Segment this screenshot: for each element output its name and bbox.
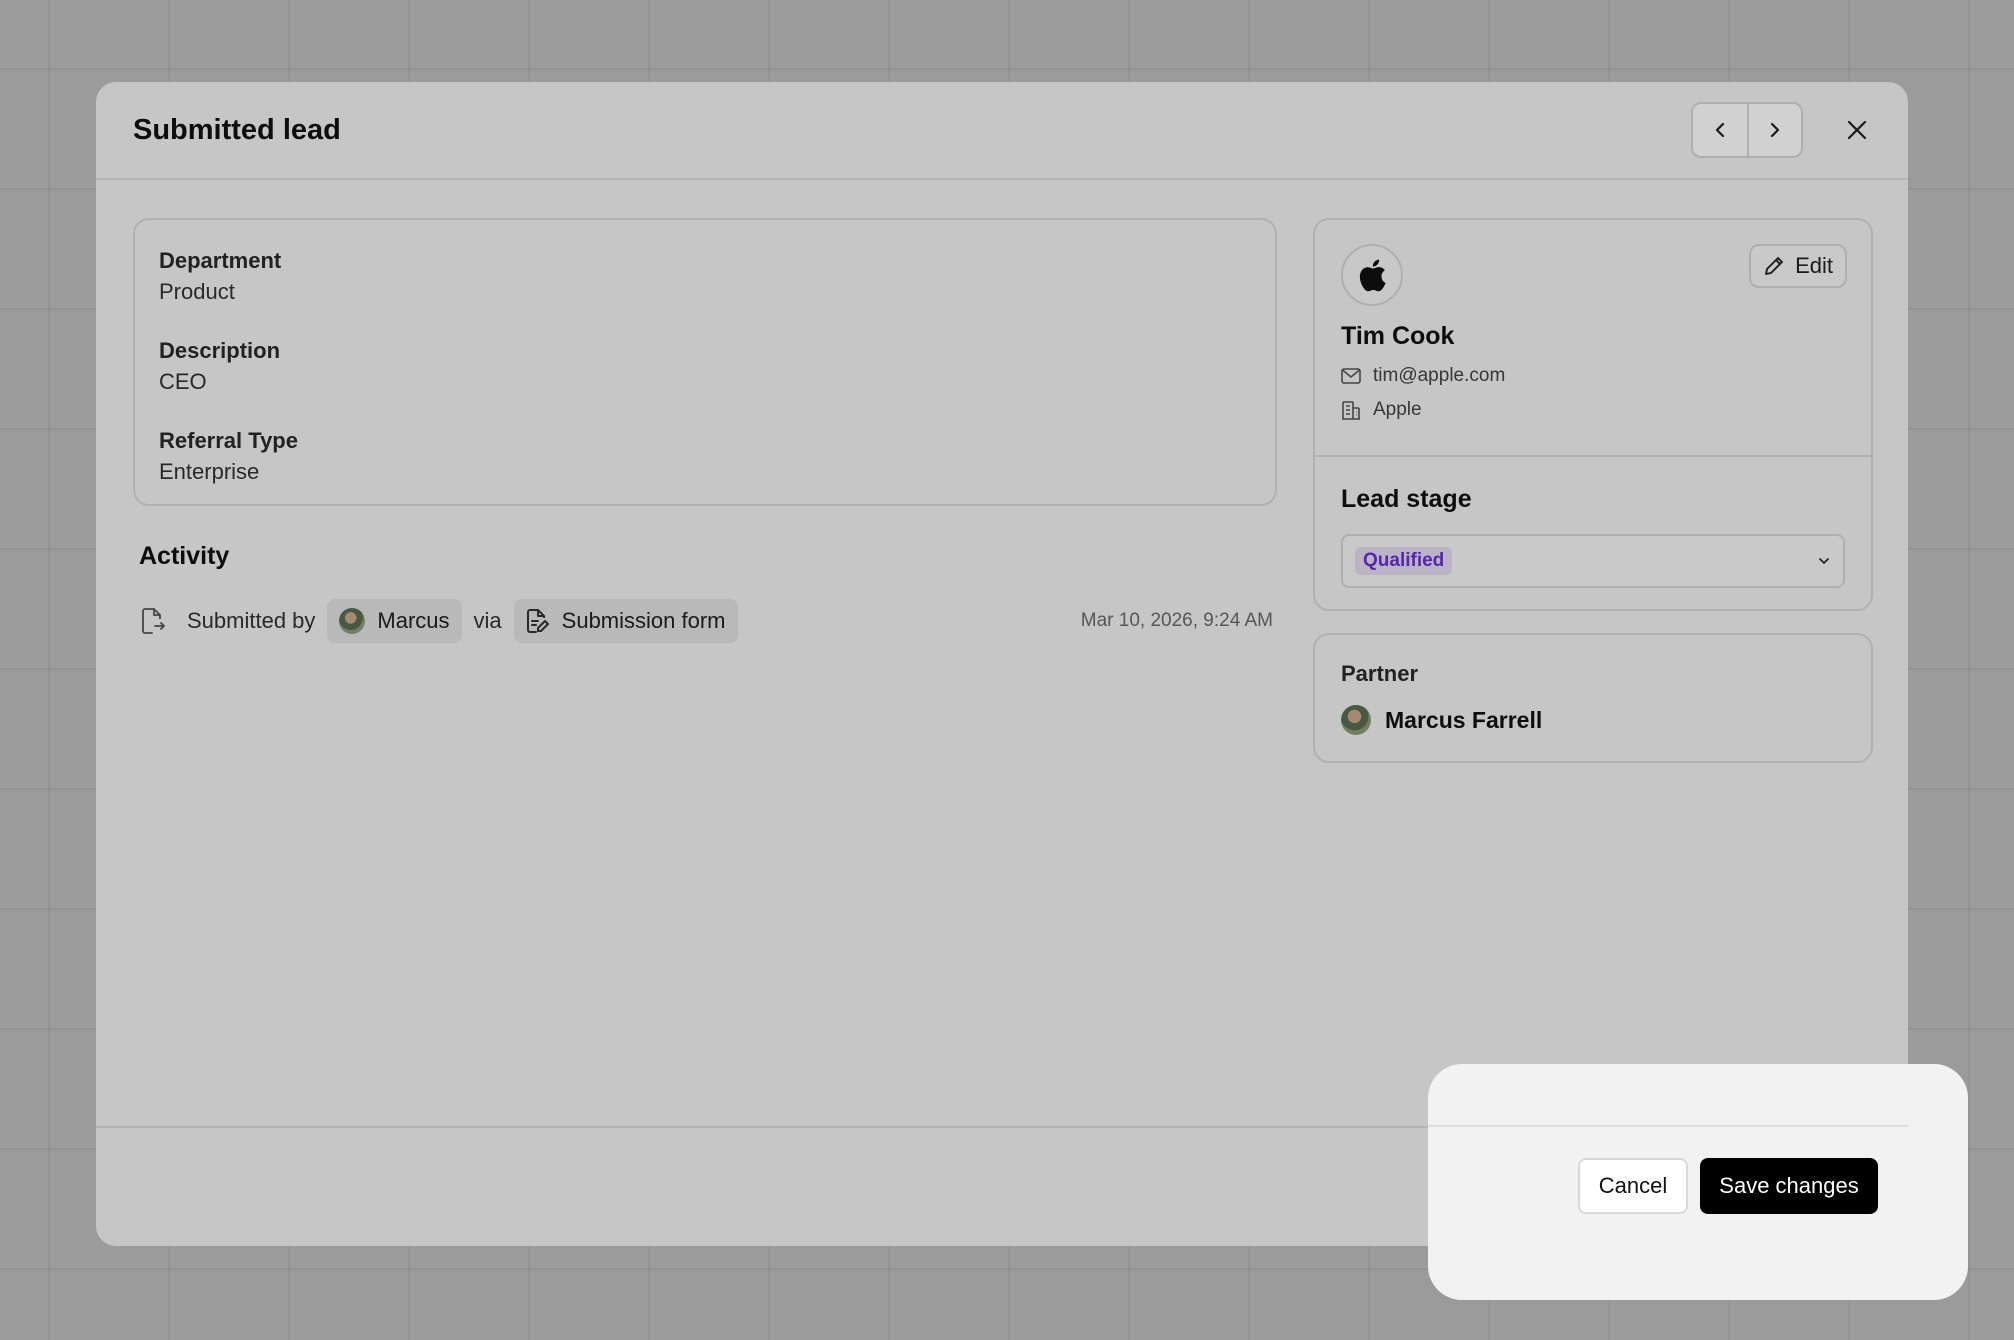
close-icon: [1847, 120, 1867, 140]
field-label: Description: [159, 338, 281, 363]
edit-label: Edit: [1795, 253, 1833, 278]
partner-name: Marcus Farrell: [1385, 706, 1543, 733]
source-name: Submission form: [561, 608, 726, 633]
cancel-button[interactable]: Cancel: [1578, 1158, 1688, 1214]
modal-header: Submitted lead: [96, 82, 1908, 180]
email-text: tim@apple.com: [1373, 365, 1506, 386]
field-label: Department: [159, 248, 282, 273]
pencil-icon: [1765, 257, 1784, 275]
partner-label: Partner: [1341, 661, 1419, 686]
field-value: Enterprise: [159, 459, 260, 484]
previous-button[interactable]: [1693, 104, 1747, 156]
status-badge: Qualified: [1355, 547, 1453, 575]
edit-button[interactable]: Edit: [1749, 244, 1847, 288]
activity-timestamp: Mar 10, 2026, 9:24 AM: [1080, 610, 1273, 631]
submitted-by-label: Submitted by: [187, 608, 316, 633]
field-description: Description CEO: [159, 336, 1251, 398]
field-value: Product: [159, 279, 235, 304]
user-name: Marcus: [377, 608, 450, 633]
contact-info: Edit Tim Cook tim@apple.com Apple: [1315, 220, 1871, 457]
chevron-left-icon: [1715, 122, 1725, 138]
field-label: Referral Type: [159, 428, 298, 453]
contact-card: Edit Tim Cook tim@apple.com Apple Lead s…: [1313, 218, 1873, 611]
partner-card: Partner Marcus Farrell: [1313, 633, 1873, 763]
record-navigation: [1691, 102, 1803, 158]
lead-stage-title: Lead stage: [1341, 485, 1472, 513]
footer-actions-highlight: Cancel Save changes: [1428, 1064, 1968, 1300]
header-controls: [1691, 102, 1871, 158]
mail-icon: [1341, 368, 1361, 384]
building-icon: [1342, 401, 1360, 420]
chevron-down-icon: [1819, 558, 1829, 564]
field-referral-type: Referral Type Enterprise: [159, 426, 1251, 488]
form-edit-icon: [526, 609, 549, 633]
lead-stage-section: Lead stage Qualified: [1315, 457, 1871, 609]
avatar: [339, 608, 366, 634]
company-logo: [1341, 244, 1403, 306]
contact-email: tim@apple.com: [1341, 365, 1845, 387]
activity-item: Submitted by Marcus via Submission form …: [139, 598, 1273, 644]
close-button[interactable]: [1831, 104, 1883, 156]
lead-details-card: Department Product Description CEO Refer…: [133, 218, 1277, 506]
save-changes-button[interactable]: Save changes: [1700, 1158, 1878, 1214]
contact-company: Apple: [1341, 399, 1845, 421]
lead-stage-select[interactable]: Qualified: [1341, 534, 1845, 588]
chevron-right-icon: [1770, 122, 1780, 138]
user-chip[interactable]: Marcus: [327, 599, 462, 643]
next-button[interactable]: [1747, 104, 1801, 156]
footer-divider: [1428, 1125, 1908, 1127]
modal-body: Department Product Description CEO Refer…: [96, 180, 1908, 1126]
contact-name: Tim Cook: [1341, 322, 1455, 350]
activity-title: Activity: [139, 542, 230, 570]
modal-title: Submitted lead: [133, 113, 341, 146]
company-text: Apple: [1373, 399, 1422, 420]
field-value: CEO: [159, 369, 207, 394]
apple-logo-icon: [1359, 259, 1386, 292]
field-department: Department Product: [159, 246, 1251, 308]
file-export-icon: [139, 607, 167, 635]
source-chip[interactable]: Submission form: [513, 599, 738, 643]
via-label: via: [473, 608, 502, 633]
avatar: [1341, 705, 1371, 735]
partner-row[interactable]: Marcus Farrell: [1341, 705, 1845, 735]
